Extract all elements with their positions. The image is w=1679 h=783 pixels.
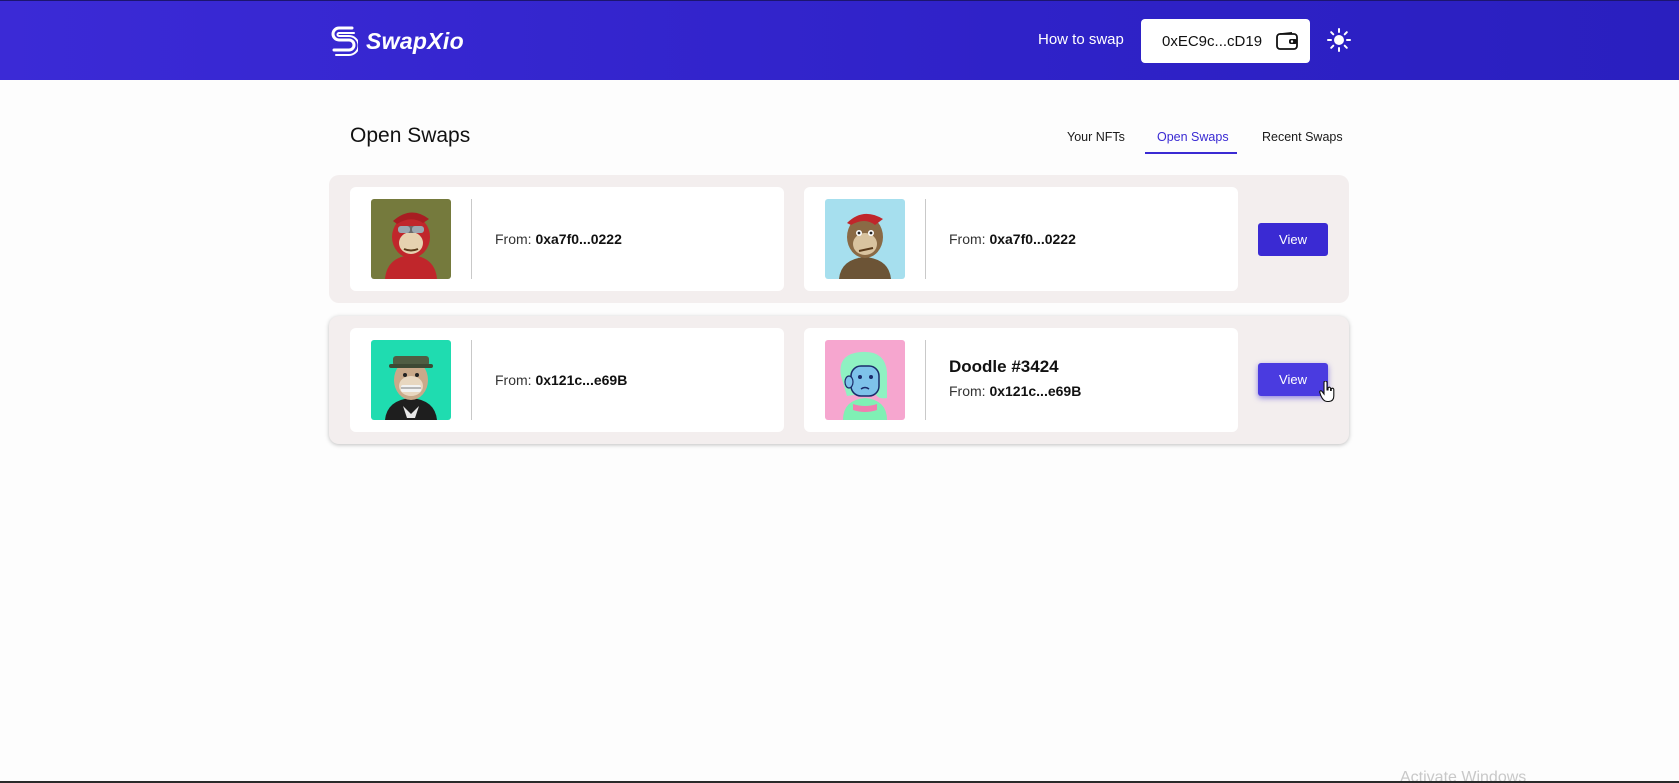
from-address: 0xa7f0...0222 <box>989 231 1076 247</box>
doodle-nft-image <box>825 340 905 420</box>
from-label: From: <box>949 383 986 399</box>
brand-logo[interactable]: SwapXio <box>330 23 464 59</box>
tab-recent-swaps[interactable]: Recent Swaps <box>1262 130 1343 144</box>
nft-card-offered[interactable]: From: 0xa7f0...0222 <box>350 187 784 291</box>
from-address: 0xa7f0...0222 <box>535 231 622 247</box>
view-swap-button[interactable]: View <box>1258 363 1328 396</box>
wallet-icon <box>1276 32 1298 50</box>
from-label: From: <box>949 231 986 247</box>
nft-card-requested[interactable]: Doodle #3424 From: 0x121c...e69B <box>804 328 1238 432</box>
top-navbar: SwapXio How to swap 0xEC9c...cD19 <box>0 0 1679 80</box>
nft-thumbnail <box>371 340 451 420</box>
wallet-address: 0xEC9c...cD19 <box>1162 32 1263 50</box>
nft-card-requested[interactable]: From: 0xa7f0...0222 <box>804 187 1238 291</box>
hand-pointer-cursor-icon <box>1319 381 1335 403</box>
from-line: From: 0x121c...e69B <box>949 383 1081 399</box>
from-address: 0x121c...e69B <box>989 383 1082 399</box>
nft-thumbnail <box>371 199 451 279</box>
wallet-connect-button[interactable]: 0xEC9c...cD19 <box>1141 19 1310 63</box>
from-line: From: 0xa7f0...0222 <box>495 231 622 247</box>
tab-open-swaps[interactable]: Open Swaps <box>1157 130 1229 144</box>
active-tab-indicator <box>1145 152 1237 154</box>
nft-thumbnail <box>825 340 905 420</box>
from-line: From: 0xa7f0...0222 <box>949 231 1076 247</box>
nft-thumbnail <box>825 199 905 279</box>
from-label: From: <box>495 231 532 247</box>
swap-row: From: 0x121c...e69B Doodle #3424 From: 0… <box>329 316 1349 444</box>
ape-nft-image <box>825 199 905 279</box>
sun-icon[interactable] <box>1327 28 1351 52</box>
swap-row: From: 0xa7f0...0222 From: 0xa7f0...0222 … <box>329 175 1349 303</box>
nft-name: Doodle #3424 <box>949 357 1059 376</box>
ape-nft-image <box>371 199 451 279</box>
card-divider <box>925 199 926 279</box>
swap-tabs: Your NFTs Open Swaps Recent Swaps <box>0 124 1679 156</box>
swapxio-logo-icon <box>331 26 358 56</box>
card-divider <box>925 340 926 420</box>
card-divider <box>471 340 472 420</box>
tab-your-nfts[interactable]: Your NFTs <box>1067 130 1125 144</box>
nft-card-offered[interactable]: From: 0x121c...e69B <box>350 328 784 432</box>
ape-nft-image <box>371 340 451 420</box>
from-label: From: <box>495 372 532 388</box>
from-address: 0x121c...e69B <box>535 372 628 388</box>
from-line: From: 0x121c...e69B <box>495 372 627 388</box>
card-divider <box>471 199 472 279</box>
view-swap-button[interactable]: View <box>1258 223 1328 256</box>
brand-name: SwapXio <box>366 27 464 54</box>
how-to-swap-link[interactable]: How to swap <box>1038 31 1124 48</box>
